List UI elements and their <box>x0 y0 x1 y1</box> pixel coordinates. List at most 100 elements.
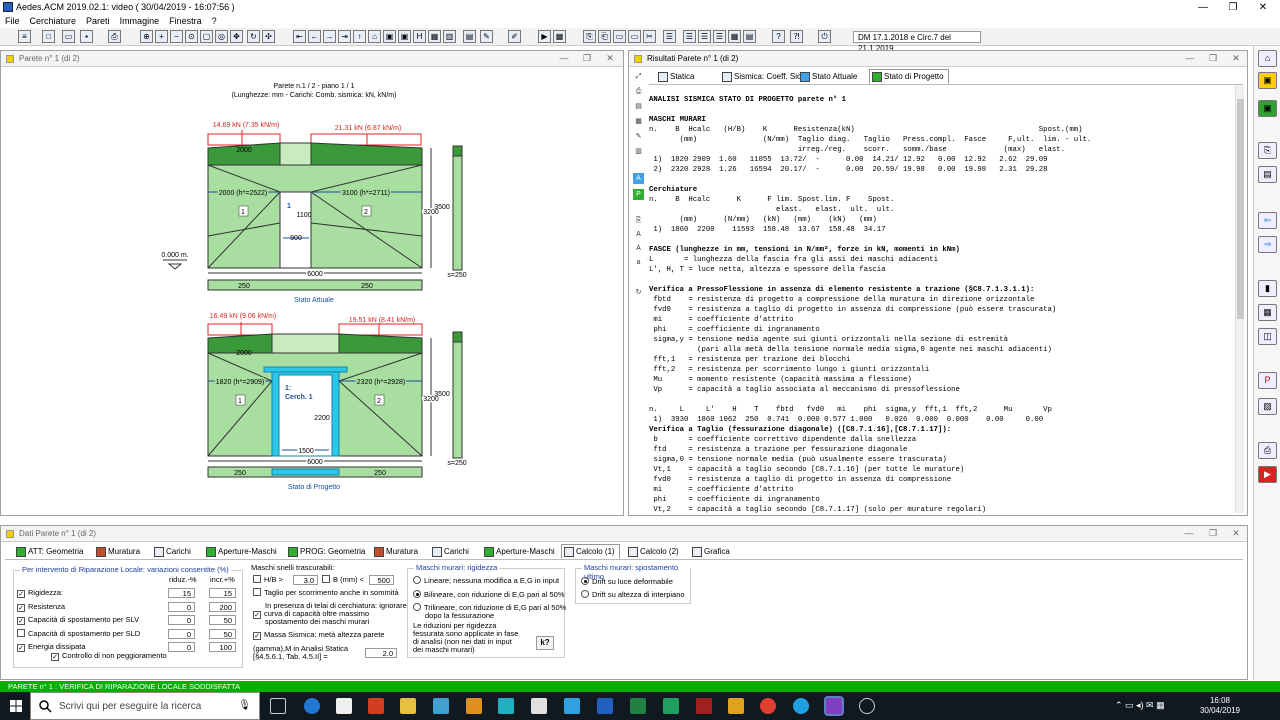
arrange-icon[interactable]: ▤ <box>743 30 756 43</box>
b-checkbox[interactable]: B (mm) < <box>322 575 364 585</box>
grid-icon[interactable]: ▦ <box>428 30 441 43</box>
grid2-icon[interactable]: ▦ <box>553 30 566 43</box>
incr-input[interactable]: 50 <box>209 615 236 625</box>
menu-finestra[interactable]: Finestra <box>164 15 207 26</box>
tray-icons[interactable]: ⌃ ▭ ◂) ✉ ▦ <box>1115 700 1165 711</box>
zoom-out-icon[interactable]: − <box>170 30 183 43</box>
context-help-icon[interactable]: ⁈ <box>790 30 803 43</box>
table-icon[interactable]: ▤ <box>463 30 476 43</box>
refresh-icon[interactable]: ↻ <box>633 287 644 298</box>
gamma-input[interactable]: 2.0 <box>365 648 397 658</box>
frame-icon[interactable]: ▣ <box>383 30 396 43</box>
frame-green-icon[interactable]: ▣ <box>398 30 411 43</box>
h-icon[interactable]: H <box>413 30 426 43</box>
taskbar-clock[interactable]: 16:08 30/04/2019 <box>1200 696 1240 716</box>
taskbar-search[interactable]: Scrivi qui per eseguire la ricerca 🎙 <box>30 692 260 720</box>
restore-icon[interactable]: ❐ <box>579 53 595 64</box>
pan-icon[interactable]: ✥ <box>230 30 243 43</box>
tab-prog-carichi[interactable]: Carichi <box>429 544 474 559</box>
riduz-input[interactable]: 0 <box>168 601 195 612</box>
scroll-thumb[interactable] <box>1237 99 1244 319</box>
taglio-checkbox[interactable]: Taglio per scorrimento anche in sommità <box>253 588 399 598</box>
task-view-icon[interactable] <box>270 698 286 714</box>
menu-pareti[interactable]: Pareti <box>81 15 115 26</box>
tab-stato-progetto[interactable]: Stato di Progetto <box>869 69 949 84</box>
tab-stato-attuale[interactable]: Stato Attuale <box>797 69 862 84</box>
riduz-input[interactable]: 0 <box>168 642 195 652</box>
close-icon[interactable]: ✕ <box>1228 53 1244 64</box>
chart-icon[interactable]: ▨ <box>1258 398 1277 415</box>
print-icon[interactable]: ⎙ <box>633 86 644 97</box>
excel-icon[interactable] <box>630 698 646 714</box>
tab-att-geometria[interactable]: ATT: Geometria <box>13 544 88 559</box>
minimize-icon[interactable]: — <box>1181 528 1197 539</box>
vscode-icon[interactable] <box>498 698 514 714</box>
wall-icon[interactable]: ▦ <box>633 116 644 127</box>
menu-file[interactable]: File <box>0 15 25 26</box>
save-icon[interactable]: ▪ <box>80 30 93 43</box>
tab-att-muratura[interactable]: Muratura <box>93 544 145 559</box>
restore-icon[interactable]: ❐ <box>1205 528 1221 539</box>
close-icon[interactable]: ✕ <box>1248 0 1278 15</box>
drift-deformable[interactable]: Drift su luce deformabile <box>581 577 673 587</box>
first-icon[interactable]: ⇤ <box>293 30 306 43</box>
hb-input[interactable]: 3.0 <box>293 575 318 585</box>
redraw-icon[interactable]: ↻ <box>247 30 260 43</box>
b-input[interactable]: 500 <box>369 575 394 585</box>
arrow-left-icon[interactable]: ⇐ <box>1258 212 1277 229</box>
list-icon[interactable]: ≡ <box>18 30 31 43</box>
copy-docs-icon[interactable]: ⎘ <box>1258 142 1277 159</box>
help-icon[interactable]: ? <box>772 30 785 43</box>
microphone-icon[interactable]: 🎙 <box>238 700 251 711</box>
tile-h-icon[interactable]: ☰ <box>663 30 676 43</box>
aedes-active-icon[interactable] <box>824 696 844 716</box>
chart-icon[interactable]: ▥ <box>633 146 644 157</box>
edit-icon[interactable]: ✎ <box>480 30 493 43</box>
doc-icon[interactable]: ▤ <box>633 101 644 112</box>
open-icon[interactable]: ▭ <box>62 30 75 43</box>
riduz-input[interactable]: 15 <box>168 588 195 598</box>
minimize-icon[interactable]: — <box>1182 53 1198 64</box>
exit-icon[interactable]: ⏻ <box>818 30 831 43</box>
youtube-icon[interactable]: ▶ <box>1258 466 1277 483</box>
print-icon[interactable]: ⎙ <box>108 30 121 43</box>
wall-icon[interactable]: ▦ <box>1258 304 1277 321</box>
local-repair-row-checkbox[interactable]: ✓ Energia dissipata <box>17 642 86 652</box>
stiffness-opt-lineare[interactable]: Lineare; nessuna modifica a E,G in input <box>413 576 559 586</box>
app-grid-icon[interactable] <box>433 698 449 714</box>
edit-icon[interactable]: ✎ <box>633 131 644 142</box>
tab-calcolo-2[interactable]: Calcolo (2) <box>625 544 684 559</box>
zoom-all-icon[interactable]: ⊙ <box>185 30 198 43</box>
zoom-icon[interactable]: ⊕ <box>140 30 153 43</box>
calculator-icon[interactable] <box>531 698 547 714</box>
maximize-icon[interactable]: ❐ <box>1218 0 1248 15</box>
pen-icon[interactable]: ✐ <box>508 30 521 43</box>
results-scrollbar[interactable] <box>1235 85 1244 513</box>
doc2-icon[interactable]: ▭ <box>628 30 641 43</box>
minimize-icon[interactable]: — <box>1188 0 1218 15</box>
up-icon[interactable]: ↑ <box>353 30 366 43</box>
zoom-prev-icon[interactable]: ◎ <box>215 30 228 43</box>
zoom-window-icon[interactable]: ▢ <box>200 30 213 43</box>
massa-checkbox[interactable]: ✓ Massa Sismica: metà altezza parete <box>253 630 384 640</box>
font-plus-icon[interactable]: A <box>633 229 644 240</box>
chrome-icon[interactable] <box>760 698 776 714</box>
stiffness-opt-bilineare[interactable]: Bilineare, con riduzione di E,G pari al … <box>413 590 565 600</box>
printer-icon[interactable]: ⎙ <box>1258 442 1277 459</box>
copy-icon[interactable]: ⎘ <box>583 30 596 43</box>
copy-icon[interactable]: ⎘ <box>633 215 644 226</box>
close-icon[interactable]: ✕ <box>602 53 618 64</box>
paste-icon[interactable]: ⎗ <box>598 30 611 43</box>
tab-att-aperture[interactable]: Aperture-Maschi <box>203 544 282 559</box>
frame-icon[interactable]: ◫ <box>1258 328 1277 345</box>
state-p-icon[interactable]: P <box>633 189 644 200</box>
word-icon[interactable] <box>597 698 613 714</box>
local-repair-row-checkbox[interactable]: ✓ Rigidezza: <box>17 588 63 598</box>
incr-input[interactable]: 50 <box>209 628 236 639</box>
tool-icon[interactable] <box>466 698 482 714</box>
norm-selector[interactable]: DM 17.1.2018 e Circ.7 del 21.1.2019 <box>853 31 981 53</box>
bars-icon[interactable]: ▥ <box>443 30 456 43</box>
context-help-button[interactable]: k? <box>536 636 554 650</box>
home-icon[interactable]: ⌂ <box>368 30 381 43</box>
local-repair-row-checkbox[interactable]: ✓ Resistenza <box>17 602 65 612</box>
